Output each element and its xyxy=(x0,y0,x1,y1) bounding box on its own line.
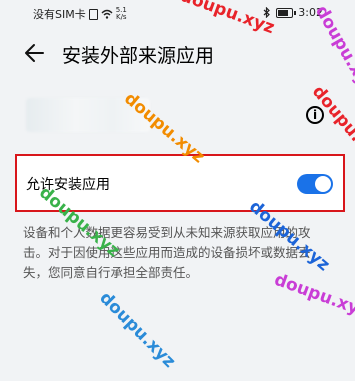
back-arrow-icon xyxy=(25,44,44,62)
bluetooth-icon xyxy=(263,7,271,18)
blurred-app-name xyxy=(26,98,150,132)
clock: 3:02 xyxy=(298,6,323,19)
battery-icon xyxy=(276,7,297,18)
warning-text: 设备和个人数据更容易受到从未知来源获取应用的攻击。对于因使用这些应用而造成的设备… xyxy=(23,225,311,280)
watermark-text: doupu.xyz xyxy=(95,288,180,372)
wifi-icon xyxy=(101,9,113,19)
back-button[interactable] xyxy=(22,40,48,66)
allow-install-toggle[interactable] xyxy=(297,174,333,194)
toggle-knob xyxy=(315,176,331,192)
net-speed-unit: K/s xyxy=(115,13,127,21)
info-icon[interactable]: i xyxy=(306,106,324,124)
app-header: 安装外部来源应用 xyxy=(0,28,355,80)
allow-install-card[interactable]: 允许安装应用 xyxy=(15,154,345,212)
sim-icon xyxy=(88,8,98,20)
carrier-text: 没有SIM卡 xyxy=(33,8,86,21)
allow-install-label: 允许安装应用 xyxy=(26,177,110,193)
app-info-row xyxy=(0,92,355,138)
page-title: 安装外部来源应用 xyxy=(62,45,215,67)
net-speed: 5.1 K/s xyxy=(116,7,127,21)
status-left: 没有SIM卡 5.1 K/s xyxy=(33,6,127,22)
watermark-8: doupu.xyz xyxy=(95,288,179,372)
status-right: 3:02 xyxy=(263,6,323,19)
status-bar: 没有SIM卡 5.1 K/s 3:02 xyxy=(0,0,355,26)
